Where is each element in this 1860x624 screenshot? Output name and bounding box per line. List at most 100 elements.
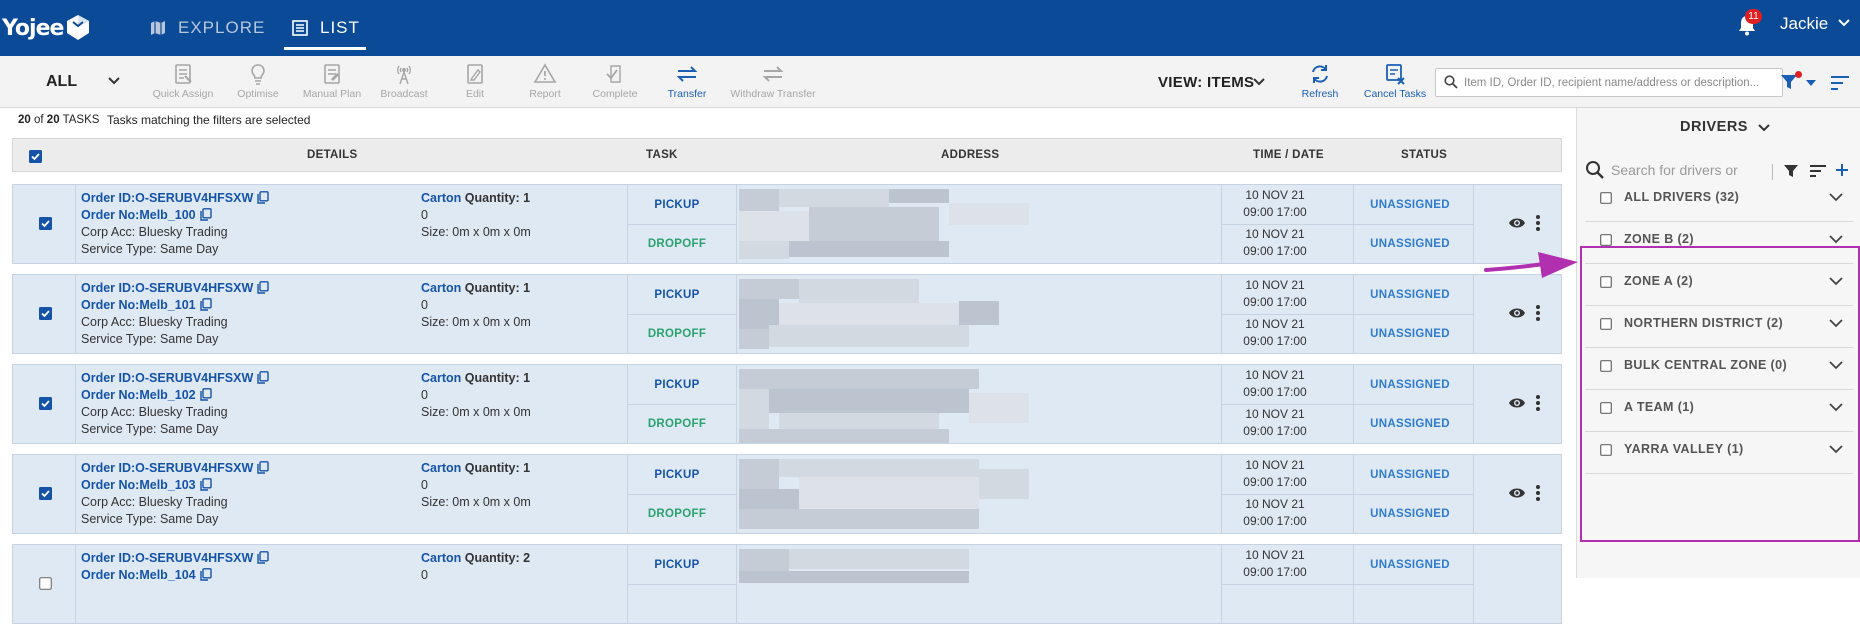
divider: [1221, 224, 1473, 225]
order-no-link[interactable]: Order No:Melb_103: [81, 478, 196, 492]
complete-icon: [606, 65, 621, 83]
driver-group-checkbox[interactable]: [1600, 360, 1612, 372]
driver-group-checkbox[interactable]: [1600, 402, 1612, 414]
copy-icon[interactable]: [199, 208, 212, 221]
withdraw-transfer-button[interactable]: Withdraw Transfer: [730, 62, 816, 100]
driver-group-item[interactable]: ZONE A (2): [1577, 258, 1860, 306]
quantity-sub: 0: [421, 298, 428, 312]
complete-button[interactable]: Complete: [591, 62, 639, 100]
driver-group-item[interactable]: NORTHERN DISTRICT (2): [1577, 300, 1860, 348]
yojee-logo[interactable]: Yojee: [2, 8, 91, 48]
view-selector[interactable]: VIEW: ITEMS: [1158, 74, 1254, 91]
chevron-down-icon[interactable]: [1806, 80, 1816, 87]
table-row[interactable]: Order ID:O-SERUBV4HFSXW Order No:Melb_101…: [12, 274, 1562, 354]
table-row[interactable]: Order ID:O-SERUBV4HFSXW Order No:Melb_104…: [12, 544, 1562, 624]
task-search-input[interactable]: [1464, 73, 1776, 93]
broadcast-button[interactable]: Broadcast: [378, 62, 430, 100]
more-options-icon[interactable]: [1535, 214, 1541, 232]
divider: [1585, 473, 1853, 474]
edit-button[interactable]: Edit: [456, 62, 494, 100]
row-checkbox[interactable]: [39, 397, 52, 410]
copy-icon[interactable]: [257, 281, 269, 294]
filter-select[interactable]: ALL: [46, 73, 77, 91]
transfer-button[interactable]: Transfer: [664, 62, 710, 100]
cancel-tasks-label: Cancel Tasks: [1363, 88, 1427, 100]
address-redacted: [739, 549, 1035, 619]
select-all-checkbox[interactable]: [29, 150, 42, 163]
copy-icon[interactable]: [257, 371, 269, 384]
manual-plan-button[interactable]: Manual Plan: [300, 62, 364, 100]
order-no-link[interactable]: Order No:Melb_102: [81, 388, 196, 402]
table-row[interactable]: Order ID:O-SERUBV4HFSXW Order No:Melb_102…: [12, 364, 1562, 444]
copy-icon[interactable]: [257, 461, 269, 474]
driver-group-item[interactable]: YARRA VALLEY (1): [1577, 426, 1860, 474]
driver-group-checkbox[interactable]: [1600, 192, 1612, 204]
item-type-link[interactable]: Carton: [421, 461, 461, 475]
item-type-link[interactable]: Carton: [421, 191, 461, 205]
chevron-down-icon[interactable]: [108, 76, 120, 86]
eye-icon[interactable]: [1508, 216, 1526, 230]
address-redacted-block: [969, 393, 1029, 423]
order-id-link[interactable]: Order ID:O-SERUBV4HFSXW: [81, 281, 253, 295]
chevron-down-icon[interactable]: [1829, 276, 1843, 286]
eye-icon[interactable]: [1508, 396, 1526, 410]
order-id-link[interactable]: Order ID:O-SERUBV4HFSXW: [81, 371, 253, 385]
chevron-down-icon[interactable]: [1829, 444, 1843, 454]
cancel-tasks-button[interactable]: Cancel Tasks: [1362, 62, 1428, 100]
row-checkbox[interactable]: [39, 487, 52, 500]
tab-explore[interactable]: EXPLORE: [150, 0, 265, 56]
row-checkbox[interactable]: [39, 577, 52, 590]
table-row[interactable]: Order ID:O-SERUBV4HFSXW Order No:Melb_103…: [12, 454, 1562, 534]
chevron-down-icon[interactable]: [1838, 18, 1850, 28]
order-no-link[interactable]: Order No:Melb_101: [81, 298, 196, 312]
order-no-link[interactable]: Order No:Melb_104: [81, 568, 196, 582]
broadcast-label: Broadcast: [380, 88, 428, 100]
eye-icon[interactable]: [1508, 486, 1526, 500]
chevron-down-icon[interactable]: [1829, 192, 1843, 202]
driver-group-checkbox[interactable]: [1600, 234, 1612, 246]
report-button[interactable]: Report: [525, 62, 565, 100]
eye-icon[interactable]: [1508, 306, 1526, 320]
sort-icon[interactable]: [1830, 75, 1850, 91]
copy-icon[interactable]: [199, 388, 212, 401]
optimise-button[interactable]: Optimise: [232, 62, 284, 100]
order-no-link[interactable]: Order No:Melb_100: [81, 208, 196, 222]
order-id-link[interactable]: Order ID:O-SERUBV4HFSXW: [81, 191, 253, 205]
drivers-title[interactable]: DRIVERS: [1680, 119, 1748, 135]
edit-icon: [467, 64, 483, 84]
driver-group-item[interactable]: A TEAM (1): [1577, 384, 1860, 432]
chevron-down-icon[interactable]: [1253, 77, 1265, 87]
chevron-down-icon[interactable]: [1829, 318, 1843, 328]
more-options-icon[interactable]: [1535, 484, 1541, 502]
driver-group-checkbox[interactable]: [1600, 276, 1612, 288]
chevron-down-icon[interactable]: [1758, 123, 1770, 133]
driver-group-checkbox[interactable]: [1600, 318, 1612, 330]
copy-icon[interactable]: [199, 298, 212, 311]
row-checkbox[interactable]: [39, 217, 52, 230]
more-options-icon[interactable]: [1535, 394, 1541, 412]
item-type-link[interactable]: Carton: [421, 551, 461, 565]
task-search[interactable]: [1435, 68, 1783, 97]
divider: [75, 185, 76, 263]
item-type-link[interactable]: Carton: [421, 281, 461, 295]
user-name[interactable]: Jackie: [1780, 14, 1828, 34]
driver-group-item[interactable]: BULK CENTRAL ZONE (0): [1577, 342, 1860, 390]
more-options-icon[interactable]: [1535, 304, 1541, 322]
driver-group-checkbox[interactable]: [1600, 444, 1612, 456]
driver-group-item[interactable]: ZONE B (2): [1577, 216, 1860, 264]
order-id-link[interactable]: Order ID:O-SERUBV4HFSXW: [81, 461, 253, 475]
chevron-down-icon[interactable]: [1829, 360, 1843, 370]
copy-icon[interactable]: [257, 191, 269, 204]
refresh-button[interactable]: Refresh: [1298, 62, 1342, 100]
copy-icon[interactable]: [199, 568, 212, 581]
copy-icon[interactable]: [199, 478, 212, 491]
order-id-link[interactable]: Order ID:O-SERUBV4HFSXW: [81, 551, 253, 565]
item-type-link[interactable]: Carton: [421, 371, 461, 385]
copy-icon[interactable]: [257, 551, 269, 564]
chevron-down-icon[interactable]: [1829, 234, 1843, 244]
row-checkbox[interactable]: [39, 307, 52, 320]
quick-assign-button[interactable]: Quick Assign: [150, 62, 216, 100]
table-row[interactable]: Order ID:O-SERUBV4HFSXW Order No:Melb_100…: [12, 184, 1562, 264]
driver-group-item[interactable]: ALL DRIVERS (32): [1577, 174, 1860, 222]
chevron-down-icon[interactable]: [1829, 402, 1843, 412]
